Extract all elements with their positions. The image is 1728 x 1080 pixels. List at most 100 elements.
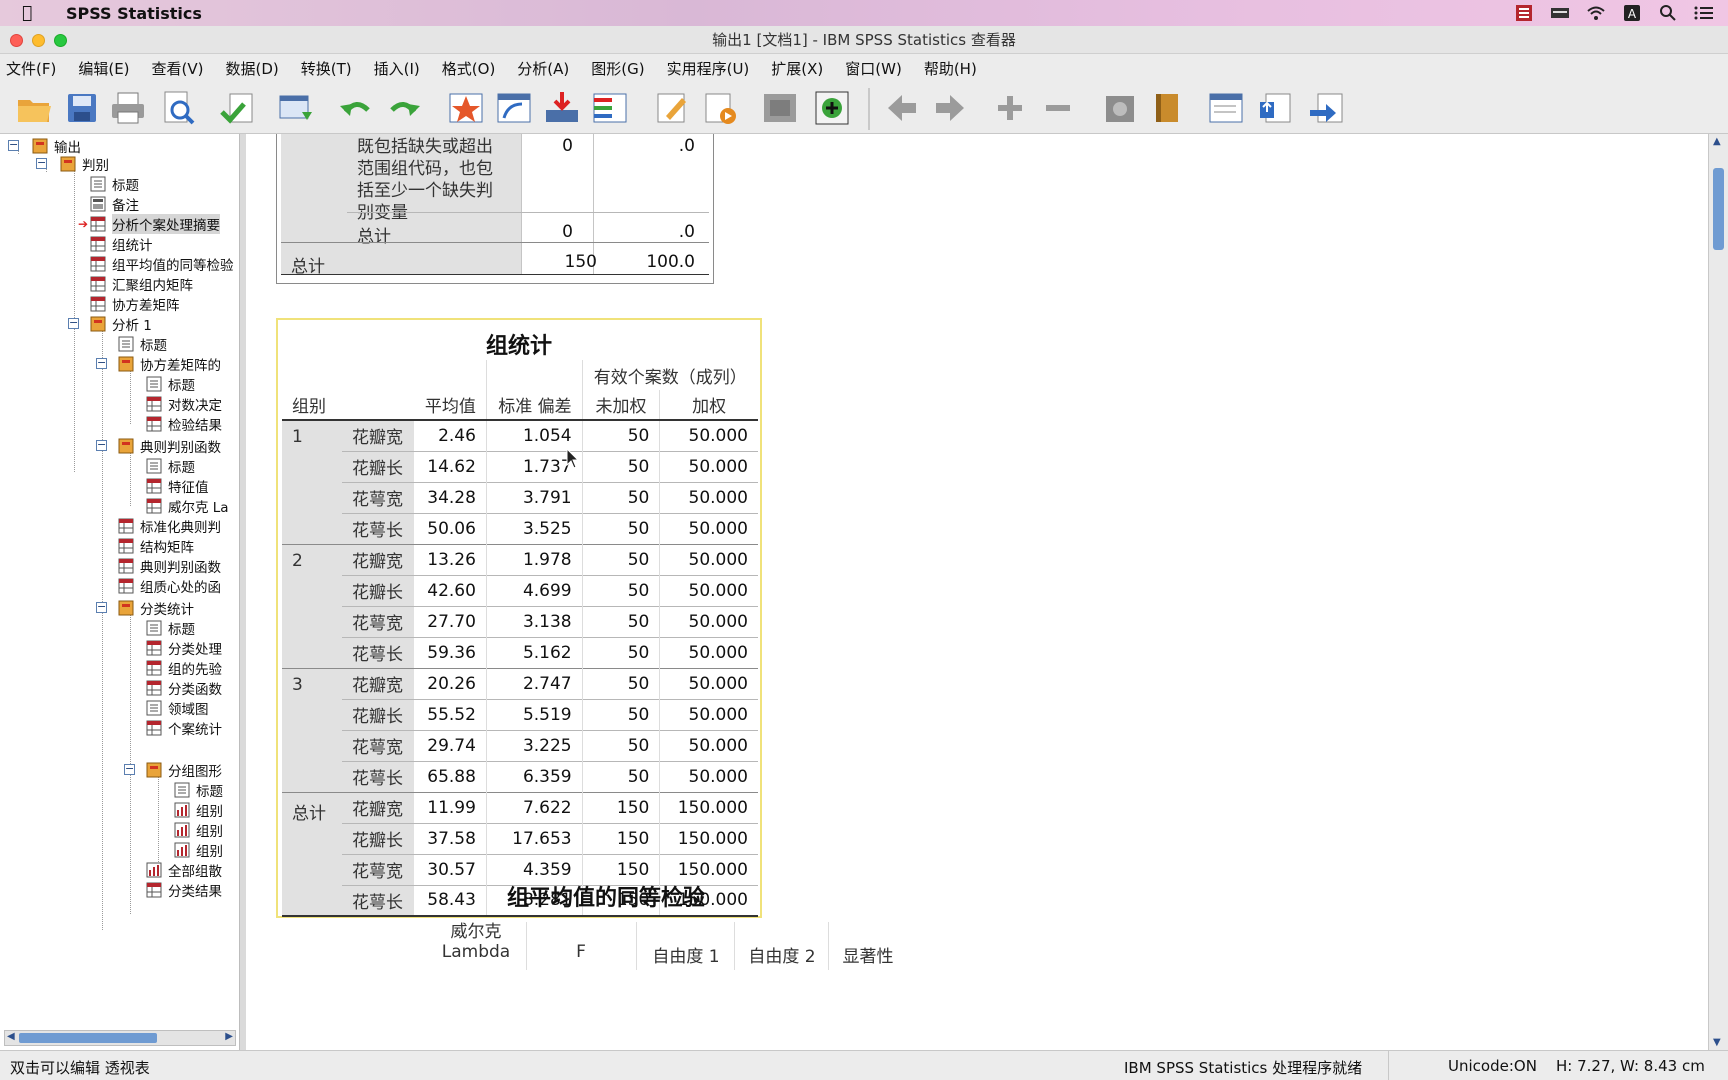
apple-icon[interactable]:  [22, 3, 42, 23]
collapse-toggle-analysis1[interactable]: − [68, 317, 79, 329]
outline-item-title[interactable]: 标题 [174, 780, 223, 800]
outline-item-pooled-matrix[interactable]: 汇聚组内矩阵 [90, 274, 193, 294]
outline-horizontal-scrollbar[interactable]: ◀ ▶ [4, 1030, 236, 1046]
outline-item-title[interactable]: 标题 [146, 618, 195, 638]
outline-item-equality-test[interactable]: 组平均值的同等检验 [90, 254, 234, 274]
outline-item-group-chart[interactable]: 组别 [174, 800, 223, 820]
collapse-toggle-group-plots[interactable]: − [124, 763, 135, 775]
outline-item-group-plots[interactable]: 分组图形 [146, 760, 222, 780]
goto-case-icon[interactable] [494, 88, 534, 128]
menu-transform[interactable]: 转换(T) [301, 58, 352, 79]
menu-insert[interactable]: 插入(I) [374, 58, 420, 79]
outline-item-combined-scatter[interactable]: 全部组散 [146, 860, 222, 880]
outline-item-discriminant[interactable]: 判别 [60, 154, 109, 174]
case-summary-table[interactable]: 既包括缺失或超出 范围组代码，也包 括至少一个缺失判 别变量 0 .0 总计 0… [276, 134, 714, 284]
outline-item-canonical[interactable]: 典则判别函数 [118, 436, 221, 456]
menu-graphs[interactable]: 图形(G) [591, 58, 644, 79]
save-icon[interactable] [62, 88, 102, 128]
insert-heading-icon[interactable] [1206, 88, 1246, 128]
outline-item-covariance-test[interactable]: 协方差矩阵的 [118, 354, 221, 374]
equality-test-table[interactable]: 组平均值的同等检验 威尔克 Lambda F 自由度 1 自由度 2 显著性 [396, 880, 894, 982]
collapse-toggle-classification[interactable]: − [96, 601, 107, 613]
search-icon[interactable] [1658, 3, 1678, 23]
outline-item-classification[interactable]: 分类统计 [118, 598, 194, 618]
goto-variable-icon[interactable] [542, 88, 582, 128]
outline-item-wilks-lambda[interactable]: 威尔克 La [146, 496, 229, 516]
insert-title-icon[interactable] [1256, 88, 1296, 128]
undo-icon[interactable] [336, 88, 376, 128]
outline-pane[interactable]: − 输出 − 判别 标题 备注 ➔ 分析个案处理摘要 组统计 组平均值的同等检验… [0, 134, 240, 1050]
designate-window-icon[interactable] [652, 88, 692, 128]
recall-dialog-icon[interactable] [276, 88, 316, 128]
show-icon[interactable] [1100, 88, 1140, 128]
show-all-icon[interactable] [760, 88, 800, 128]
outline-item-title[interactable]: 标题 [90, 174, 139, 194]
stack-icon[interactable] [1514, 3, 1534, 23]
minimize-window-button[interactable] [32, 34, 45, 47]
outline-item-group-chart[interactable]: 组别 [174, 820, 223, 840]
variables-icon[interactable] [590, 88, 630, 128]
expand-icon[interactable] [990, 88, 1030, 128]
outline-item-eigenvalues[interactable]: 特征值 [146, 476, 209, 496]
outline-item-covariance[interactable]: 协方差矩阵 [90, 294, 180, 314]
menu-extensions[interactable]: 扩展(X) [771, 58, 823, 79]
menu-help[interactable]: 帮助(H) [924, 58, 977, 79]
menu-format[interactable]: 格式(O) [442, 58, 496, 79]
insert-output-icon[interactable] [812, 88, 852, 128]
outline-item-classification-function[interactable]: 分类函数 [146, 678, 222, 698]
output-viewer[interactable]: 既包括缺失或超出 范围组代码，也包 括至少一个缺失判 别变量 0 .0 总计 0… [246, 134, 1710, 1050]
scroll-down-arrow-icon[interactable]: ▼ [1713, 1037, 1721, 1048]
group-stats-table[interactable]: 组统计 有效个案数（成列） 组别 平均值 标准 偏差 未加权 加权 1 花瓣宽 2.… [276, 318, 762, 918]
outline-item-canonical-coef[interactable]: 典则判别函数 [118, 556, 221, 576]
wifi-icon[interactable] [1586, 3, 1606, 23]
menu-analyze[interactable]: 分析(A) [517, 58, 569, 79]
outline-item-case-stats[interactable]: 个案统计 [146, 718, 222, 738]
outline-item-group-stats[interactable]: 组统计 [90, 234, 153, 254]
insert-text-icon[interactable] [1306, 88, 1346, 128]
forward-icon[interactable] [930, 88, 970, 128]
outline-item-title[interactable]: 标题 [146, 374, 195, 394]
scroll-right-arrow-icon[interactable]: ▶ [225, 1031, 233, 1042]
input-method-icon[interactable]: A [1622, 3, 1642, 23]
scroll-left-arrow-icon[interactable]: ◀ [7, 1031, 15, 1042]
outline-item-classification-results[interactable]: 分类结果 [146, 880, 222, 900]
outline-item-case-summary[interactable]: ➔ 分析个案处理摘要 [78, 214, 221, 234]
menu-edit[interactable]: 编辑(E) [78, 58, 129, 79]
outline-item-centroids[interactable]: 组质心处的函 [118, 576, 221, 596]
outline-item-priors[interactable]: 组的先验 [146, 658, 222, 678]
close-window-button[interactable] [10, 34, 23, 47]
open-icon[interactable] [14, 88, 54, 128]
outline-item-standardized[interactable]: 标准化典则判 [118, 516, 221, 536]
zoom-window-button[interactable] [54, 34, 67, 47]
menu-view[interactable]: 查看(V) [152, 58, 204, 79]
goto-data-icon[interactable] [446, 88, 486, 128]
scrollbar-thumb[interactable] [19, 1033, 157, 1043]
output-vertical-scrollbar[interactable]: ▲ ▼ [1708, 134, 1728, 1050]
outline-item-notes[interactable]: 备注 [90, 194, 139, 214]
collapse-toggle-output[interactable]: − [8, 139, 19, 151]
menu-file[interactable]: 文件(F) [6, 58, 56, 79]
app-name[interactable]: SPSS Statistics [66, 4, 202, 23]
outline-item-territorial-map[interactable]: 领域图 [146, 698, 209, 718]
collapse-toggle-canonical[interactable]: − [96, 439, 107, 451]
collapse-toggle-discriminant[interactable]: − [36, 157, 47, 169]
print-preview-icon[interactable] [158, 88, 198, 128]
drive-icon[interactable] [1550, 3, 1570, 23]
collapse-toggle-covariance-test[interactable]: − [96, 357, 107, 369]
outline-item-analysis1[interactable]: 分析 1 [90, 314, 152, 334]
scrollbar-thumb[interactable] [1713, 168, 1724, 250]
outline-item-structure-matrix[interactable]: 结构矩阵 [118, 536, 194, 556]
outline-item-title[interactable]: 标题 [118, 334, 167, 354]
scroll-up-arrow-icon[interactable]: ▲ [1713, 136, 1721, 147]
export-icon[interactable] [218, 88, 258, 128]
run-script-icon[interactable] [700, 88, 740, 128]
print-icon[interactable] [108, 88, 148, 128]
outline-item-output[interactable]: 输出 [32, 136, 81, 156]
outline-item-classification-processing[interactable]: 分类处理 [146, 638, 222, 658]
menu-utilities[interactable]: 实用程序(U) [667, 58, 750, 79]
hide-icon[interactable] [1148, 88, 1188, 128]
back-icon[interactable] [882, 88, 922, 128]
menu-window[interactable]: 窗口(W) [845, 58, 902, 79]
outline-item-title[interactable]: 标题 [146, 456, 195, 476]
group-stats-grid[interactable]: 有效个案数（成列） 组别 平均值 标准 偏差 未加权 加权 1 花瓣宽 2.46 1.… [282, 360, 758, 917]
